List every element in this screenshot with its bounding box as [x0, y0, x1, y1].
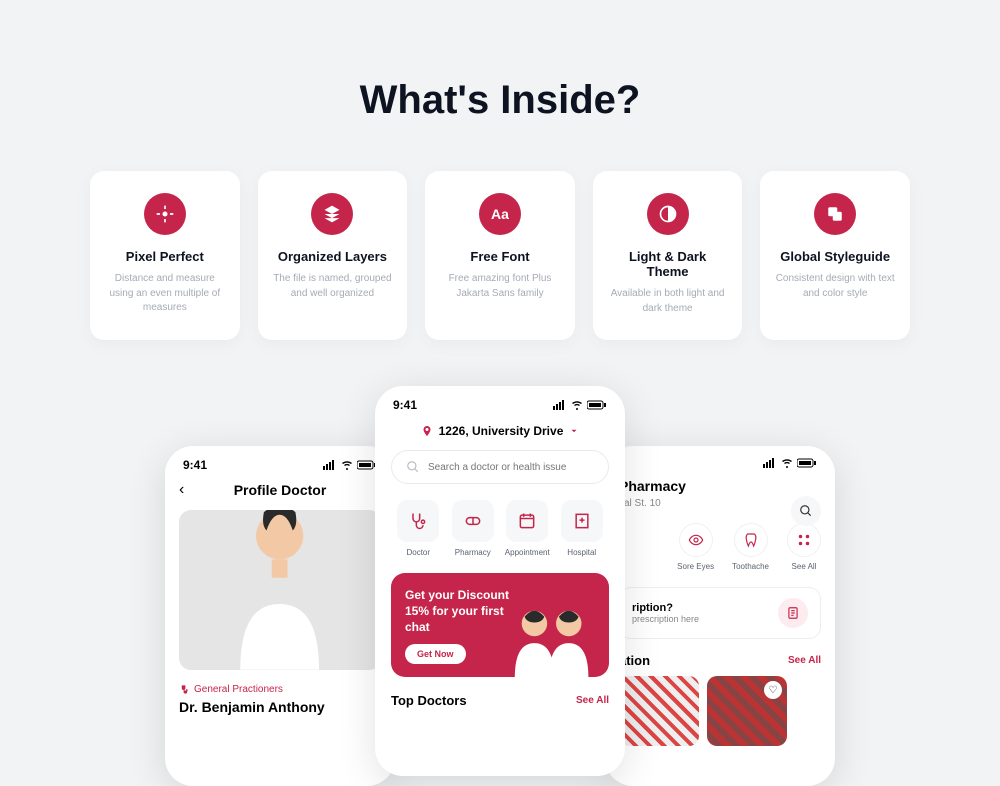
status-time: 9:41	[393, 398, 417, 412]
product-card[interactable]: ♡	[707, 676, 787, 746]
category-pharmacy[interactable]: Pharmacy	[446, 500, 501, 557]
font-icon: Aa	[479, 193, 521, 235]
prescription-title: ription?	[632, 602, 699, 614]
feature-desc: The file is named, grouped and well orga…	[272, 272, 394, 301]
status-icons	[323, 460, 377, 470]
hospital-icon	[561, 500, 603, 542]
category-doctor[interactable]: Doctor	[391, 500, 446, 557]
status-bar	[605, 446, 835, 474]
prescription-hint: prescription here	[632, 614, 699, 624]
back-button[interactable]: ‹	[179, 481, 184, 499]
feature-card-font: Aa Free Font Free amazing font Plus Jaka…	[425, 171, 575, 340]
product-card[interactable]	[619, 676, 699, 746]
signal-icon	[323, 460, 337, 470]
calendar-icon	[506, 500, 548, 542]
see-all-link[interactable]: See All	[576, 695, 609, 706]
favorite-button[interactable]: ♡	[764, 681, 782, 699]
document-icon	[778, 598, 808, 628]
promo-doctors-image	[505, 594, 603, 677]
grid-icon	[787, 523, 821, 557]
search-button[interactable]	[791, 496, 821, 526]
doctor-photo	[179, 510, 381, 670]
feature-title: Global Styleguide	[774, 249, 896, 264]
feature-desc: Distance and measure using an even multi…	[104, 272, 226, 316]
promo-cta-button[interactable]: Get Now	[405, 644, 466, 664]
screen-title: Pharmacy	[619, 478, 686, 494]
feature-row: Pixel Perfect Distance and measure using…	[0, 171, 1000, 340]
feature-title: Light & Dark Theme	[607, 249, 729, 279]
phone-home: 9:41 1226, University Drive Doctor	[375, 386, 625, 776]
styleguide-icon	[814, 193, 856, 235]
search-icon	[799, 504, 813, 518]
search-input[interactable]	[428, 462, 594, 473]
symptom-toothache[interactable]: Toothache	[732, 523, 769, 571]
category-row: Doctor Pharmacy Appointment Hospital	[391, 500, 609, 557]
search-icon	[406, 460, 420, 474]
feature-title: Organized Layers	[272, 249, 394, 264]
stethoscope-icon	[179, 684, 190, 695]
symptom-see-all[interactable]: See All	[787, 523, 821, 571]
feature-title: Free Font	[439, 249, 561, 264]
section-header: Top Doctors See All	[391, 693, 609, 708]
eye-icon	[679, 523, 713, 557]
specialty-badge: General Practioners	[179, 684, 381, 695]
status-icons	[553, 400, 607, 410]
feature-card-layers: Organized Layers The file is named, grou…	[258, 171, 408, 340]
feature-desc: Consistent design with text and color st…	[774, 272, 896, 301]
feature-card-styleguide: Global Styleguide Consistent design with…	[760, 171, 910, 340]
wifi-icon	[341, 460, 353, 470]
category-appointment[interactable]: Appointment	[500, 500, 555, 557]
screen-title: Profile Doctor	[234, 482, 327, 498]
doctor-name: Dr. Benjamin Anthony	[179, 699, 381, 715]
phone-profile-doctor: 9:41 ‹ Profile Doctor General Practioner…	[165, 446, 395, 786]
battery-icon	[357, 460, 377, 470]
feature-desc: Available in both light and dark theme	[607, 287, 729, 316]
feature-card-pixel: Pixel Perfect Distance and measure using…	[90, 171, 240, 340]
see-all-link[interactable]: See All	[788, 655, 821, 666]
symptom-row: Sore Eyes Toothache See All	[619, 523, 821, 571]
promo-text: Get your Discount 15% for your first cha…	[405, 587, 515, 636]
status-time: 9:41	[183, 458, 207, 472]
location-selector[interactable]: 1226, University Drive	[391, 424, 609, 438]
category-hospital[interactable]: Hospital	[555, 500, 610, 557]
hero-title: What's Inside?	[0, 0, 1000, 123]
status-icons	[763, 458, 817, 468]
phone-showcase: 9:41 ‹ Profile Doctor General Practioner…	[0, 386, 1000, 786]
pin-icon	[421, 425, 433, 437]
product-row: ♡	[619, 676, 821, 746]
tooth-icon	[734, 523, 768, 557]
prescription-upload-card[interactable]: ription? prescription here	[619, 587, 821, 639]
section-header: ation See All	[619, 653, 821, 668]
theme-icon	[647, 193, 689, 235]
phone-pharmacy: Pharmacy yal St. 10 Sore Eyes Toothache …	[605, 446, 835, 786]
promo-banner[interactable]: Get your Discount 15% for your first cha…	[391, 573, 609, 677]
search-bar[interactable]	[391, 450, 609, 484]
stethoscope-icon	[397, 500, 439, 542]
chevron-down-icon	[569, 426, 579, 436]
status-bar: 9:41	[165, 446, 395, 478]
layers-icon	[311, 193, 353, 235]
pill-icon	[452, 500, 494, 542]
pixel-perfect-icon	[144, 193, 186, 235]
section-title: Top Doctors	[391, 693, 467, 708]
feature-card-theme: Light & Dark Theme Available in both lig…	[593, 171, 743, 340]
feature-desc: Free amazing font Plus Jakarta Sans fami…	[439, 272, 561, 301]
status-bar: 9:41	[375, 386, 625, 418]
feature-title: Pixel Perfect	[104, 249, 226, 264]
symptom-sore-eyes[interactable]: Sore Eyes	[677, 523, 714, 571]
